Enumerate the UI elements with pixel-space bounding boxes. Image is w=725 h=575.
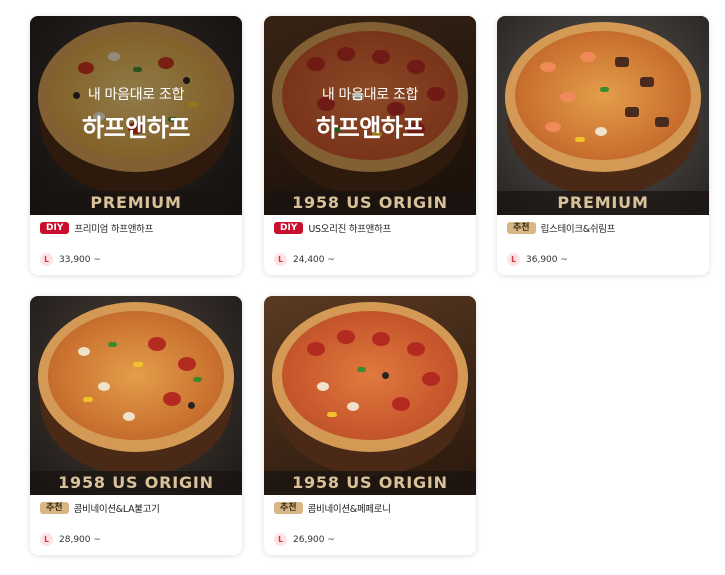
diy-badge: DIY: [40, 222, 70, 234]
overlay-title: 하프앤하프: [316, 114, 424, 142]
product-image[interactable]: 1958 US ORIGIN: [30, 296, 242, 495]
line-band: 1958 US ORIGIN: [264, 471, 476, 495]
price-row: L 24,400 ~: [274, 253, 335, 266]
product-name[interactable]: 콤비네이션&LA불고기: [74, 501, 160, 515]
size-badge: L: [274, 533, 287, 546]
product-card-rib-steak-shrimp[interactable]: PREMIUM 추천 립스테이크&쉬림프 L 36,900 ~: [497, 16, 709, 275]
price: 33,900 ~: [59, 254, 101, 265]
product-grid: 내 마음대로 조합 하프앤하프 PREMIUM DIY 프리미엄 하프앤하프 L…: [0, 0, 725, 575]
pizza-image: [38, 302, 234, 452]
product-image[interactable]: 내 마음대로 조합 하프앤하프 PREMIUM: [30, 16, 242, 215]
recommend-badge: 추천: [507, 222, 536, 234]
price: 36,900 ~: [526, 254, 568, 265]
price: 28,900 ~: [59, 534, 101, 545]
overlay-title: 하프앤하프: [82, 114, 190, 142]
product-image[interactable]: 1958 US ORIGIN: [264, 296, 476, 495]
product-card-combination-pepperoni[interactable]: 1958 US ORIGIN 추천 콤비네이션&페페로니 L 26,900 ~: [264, 296, 476, 555]
price-row: L 36,900 ~: [507, 253, 568, 266]
product-card-combination-la-bulgogi[interactable]: 1958 US ORIGIN 추천 콤비네이션&LA불고기 L 28,900 ~: [30, 296, 242, 555]
recommend-badge: 추천: [40, 502, 69, 514]
product-info: 추천 립스테이크&쉬림프 L 36,900 ~: [497, 215, 709, 275]
product-card-us-origin-half-half[interactable]: 내 마음대로 조합 하프앤하프 1958 US ORIGIN DIY US오리진…: [264, 16, 476, 275]
recommend-badge: 추천: [274, 502, 303, 514]
product-info: 추천 콤비네이션&LA불고기 L 28,900 ~: [30, 495, 242, 555]
pizza-image: [505, 22, 701, 172]
product-image[interactable]: PREMIUM: [497, 16, 709, 215]
product-name[interactable]: 립스테이크&쉬림프: [541, 221, 616, 235]
line-band: 1958 US ORIGIN: [264, 191, 476, 215]
diy-badge: DIY: [274, 222, 304, 234]
overlay-subtitle: 내 마음대로 조합: [321, 87, 419, 103]
overlay-caption: 내 마음대로 조합 하프앤하프: [30, 84, 242, 143]
product-name[interactable]: 콤비네이션&페페로니: [308, 501, 391, 515]
product-info: DIY US오리진 하프앤하프 L 24,400 ~: [264, 215, 476, 275]
product-name[interactable]: 프리미엄 하프앤하프: [74, 221, 153, 235]
line-band: 1958 US ORIGIN: [30, 471, 242, 495]
product-image[interactable]: 내 마음대로 조합 하프앤하프 1958 US ORIGIN: [264, 16, 476, 215]
size-badge: L: [274, 253, 287, 266]
pizza-image: [272, 302, 468, 452]
product-name[interactable]: US오리진 하프앤하프: [308, 221, 391, 235]
product-info: DIY 프리미엄 하프앤하프 L 33,900 ~: [30, 215, 242, 275]
size-badge: L: [40, 533, 53, 546]
product-card-premium-half-half[interactable]: 내 마음대로 조합 하프앤하프 PREMIUM DIY 프리미엄 하프앤하프 L…: [30, 16, 242, 275]
price: 24,400 ~: [293, 254, 335, 265]
size-badge: L: [40, 253, 53, 266]
line-band: PREMIUM: [497, 191, 709, 215]
price: 26,900 ~: [293, 534, 335, 545]
price-row: L 33,900 ~: [40, 253, 101, 266]
price-row: L 28,900 ~: [40, 533, 101, 546]
overlay-subtitle: 내 마음대로 조합: [87, 87, 185, 103]
line-band: PREMIUM: [30, 191, 242, 215]
size-badge: L: [507, 253, 520, 266]
product-info: 추천 콤비네이션&페페로니 L 26,900 ~: [264, 495, 476, 555]
price-row: L 26,900 ~: [274, 533, 335, 546]
overlay-caption: 내 마음대로 조합 하프앤하프: [264, 84, 476, 143]
